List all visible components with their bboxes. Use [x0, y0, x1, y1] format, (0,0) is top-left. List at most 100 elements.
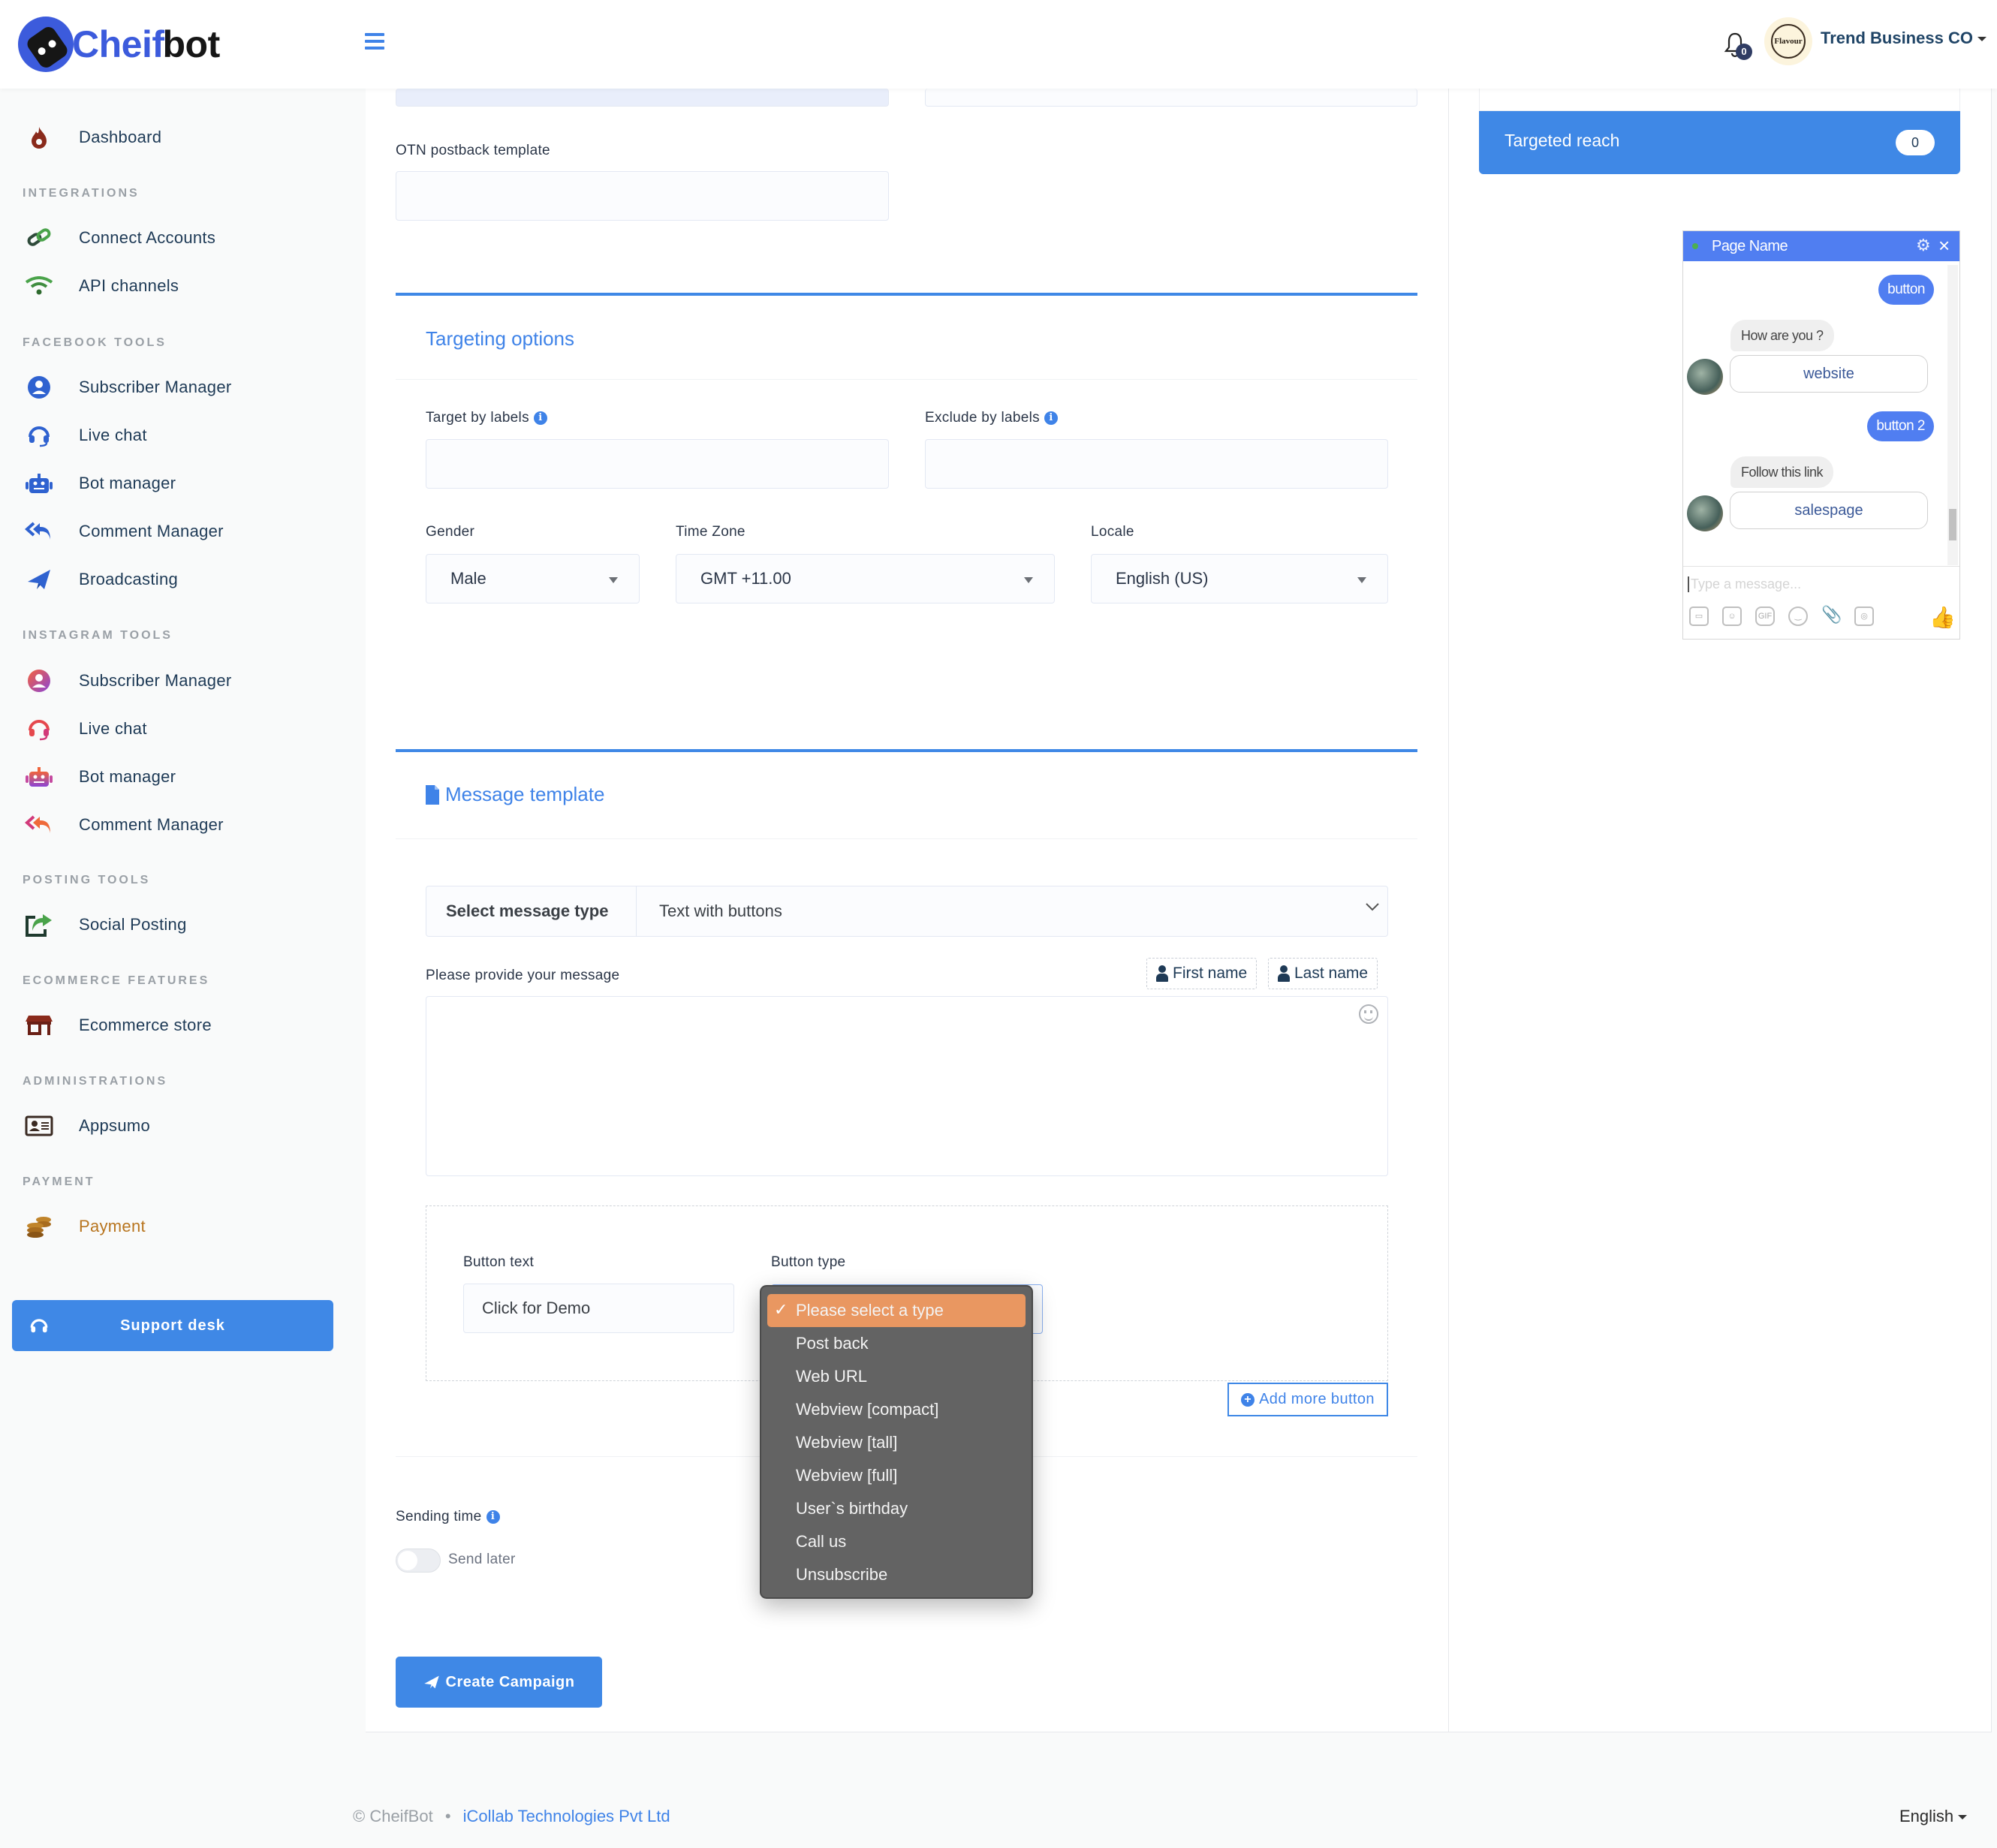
sidebar-item-ig-subscriber-manager[interactable]: Subscriber Manager [0, 659, 366, 703]
message-button[interactable]: salespage [1730, 492, 1928, 529]
gender-label: Gender [426, 524, 475, 540]
sticker-icon[interactable]: ☺ [1722, 606, 1742, 626]
message-button[interactable]: website [1730, 355, 1928, 393]
button-text-input[interactable]: Click for Demo [463, 1284, 734, 1333]
sidebar-item-dashboard[interactable]: Dashboard [0, 116, 366, 159]
image-icon[interactable]: ▭ [1689, 606, 1709, 626]
info-icon[interactable]: i [533, 411, 547, 425]
language-selector[interactable]: English [1899, 1807, 1968, 1826]
dropdown-arrow-icon [609, 577, 618, 583]
page-avatar [1687, 495, 1723, 531]
footer-copyright: © CheifBot • iCollab Technologies Pvt Lt… [353, 1807, 670, 1826]
sidebar-item-api-channels[interactable]: API channels [0, 264, 366, 308]
menu-toggle-icon[interactable] [365, 33, 384, 51]
insert-first-name-button[interactable]: First name [1146, 958, 1258, 989]
otn-postback-input[interactable] [396, 171, 889, 221]
sidebar-item-ig-bot-manager[interactable]: Bot manager [0, 755, 366, 799]
insert-last-name-button[interactable]: Last name [1268, 958, 1378, 989]
dropdown-option-post-back[interactable]: Post back [767, 1327, 1026, 1360]
send-later-label: Send later [448, 1552, 516, 1567]
sidebar-item-payment[interactable]: Payment [0, 1205, 366, 1248]
camera-icon[interactable]: ◎ [1854, 606, 1874, 626]
exclude-by-labels-label: Exclude by labels i [925, 410, 1058, 426]
sidebar-item-fb-subscriber-manager[interactable]: Subscriber Manager [0, 366, 366, 409]
company-link[interactable]: iCollab Technologies Pvt Ltd [463, 1807, 670, 1825]
incoming-message: Follow this link [1730, 456, 1834, 488]
sidebar-item-social-posting[interactable]: Social Posting [0, 903, 366, 947]
avatar-logo-text: Flavour [1771, 24, 1806, 59]
gear-icon[interactable]: ⚙ [1916, 236, 1931, 255]
sidebar-item-fb-broadcasting[interactable]: Broadcasting [0, 558, 366, 601]
sidebar-item-fb-comment-manager[interactable]: Comment Manager [0, 510, 366, 553]
message-type-select[interactable]: Select message type Text with buttons [426, 886, 1388, 937]
button-type-dropdown-menu: ✓ Please select a type Post back Web URL … [760, 1285, 1033, 1599]
attachment-icon[interactable]: 📎 [1821, 606, 1842, 626]
sidebar-label: API channels [79, 276, 179, 295]
gender-value: Male [450, 569, 486, 588]
gender-select[interactable]: Male [426, 554, 640, 603]
exclude-by-labels-input[interactable] [925, 439, 1388, 489]
add-more-button[interactable]: + Add more button [1227, 1383, 1388, 1416]
share-icon [24, 910, 54, 940]
sidebar-label: Live chat [79, 426, 147, 444]
create-campaign-label: Create Campaign [445, 1673, 575, 1690]
dropdown-option-webview-tall[interactable]: Webview [tall] [767, 1426, 1026, 1459]
page-name: Page Name [1712, 238, 1788, 254]
sidebar-item-fb-live-chat[interactable]: Live chat [0, 414, 366, 457]
sidebar-item-ig-live-chat[interactable]: Live chat [0, 707, 366, 751]
close-icon[interactable]: × [1938, 234, 1950, 257]
account-avatar[interactable]: Flavour [1764, 17, 1812, 65]
top-field-left[interactable] [396, 89, 889, 107]
dropdown-option-call-us[interactable]: Call us [767, 1525, 1026, 1558]
create-campaign-button[interactable]: Create Campaign [396, 1657, 602, 1708]
emoji-icon[interactable] [1359, 1004, 1378, 1024]
chat-scrollbar[interactable] [1947, 265, 1958, 565]
button-text-label: Button text [463, 1254, 535, 1270]
timezone-select[interactable]: GMT +11.00 [676, 554, 1055, 603]
support-desk-button[interactable]: Support desk [12, 1300, 333, 1351]
dropdown-option-users-birthday[interactable]: User`s birthday [767, 1492, 1026, 1525]
page-avatar [1687, 359, 1723, 395]
target-by-labels-input[interactable] [426, 439, 889, 489]
messenger-preview-header: Page Name ⚙ × [1683, 231, 1959, 261]
emoji-icon[interactable]: ‿ [1788, 606, 1808, 626]
user-icon [1278, 965, 1290, 982]
sidebar-item-connect-accounts[interactable]: Connect Accounts [0, 216, 366, 260]
scrollbar-thumb[interactable] [1949, 509, 1956, 540]
top-field-right[interactable] [925, 89, 1417, 107]
send-later-toggle[interactable] [396, 1549, 441, 1573]
dropdown-option-unsubscribe[interactable]: Unsubscribe [767, 1558, 1026, 1591]
section-divider [396, 749, 1417, 752]
option-label: Webview [full] [796, 1466, 898, 1485]
chat-message-input[interactable]: Type a message... [1688, 576, 1801, 592]
section-instagram-tools: INSTAGRAM TOOLS [23, 629, 173, 642]
dropdown-option-web-url[interactable]: Web URL [767, 1360, 1026, 1393]
dropdown-option-please-select[interactable]: ✓ Please select a type [767, 1294, 1026, 1327]
online-status-icon [1692, 243, 1698, 249]
target-by-labels-label: Target by labels i [426, 410, 547, 426]
thumbs-up-icon[interactable]: 👍 [1929, 605, 1956, 630]
paper-plane-icon [423, 1675, 439, 1689]
account-menu[interactable]: Trend Business CO [1821, 29, 1986, 48]
brand-logo[interactable]: Cheif bot [18, 17, 220, 72]
locale-label: Locale [1091, 524, 1134, 540]
info-icon[interactable]: i [486, 1509, 500, 1524]
sidebar-item-ecommerce-store[interactable]: Ecommerce store [0, 1004, 366, 1047]
dropdown-option-webview-compact[interactable]: Webview [compact] [767, 1393, 1026, 1426]
sidebar-label: Bot manager [79, 474, 176, 492]
sidebar-item-appsumo[interactable]: Appsumo [0, 1104, 366, 1148]
label-text: Exclude by labels [925, 410, 1040, 426]
dropdown-option-webview-full[interactable]: Webview [full] [767, 1459, 1026, 1492]
option-label: Web URL [796, 1367, 867, 1386]
gif-icon[interactable]: GIF [1755, 606, 1775, 626]
message-type-value: Text with buttons [659, 901, 782, 920]
locale-value: English (US) [1116, 569, 1209, 588]
sidebar-item-fb-bot-manager[interactable]: Bot manager [0, 462, 366, 505]
option-label: User`s birthday [796, 1499, 908, 1518]
sidebar-label: Comment Manager [79, 815, 224, 834]
sidebar-item-ig-comment-manager[interactable]: Comment Manager [0, 803, 366, 847]
message-textarea[interactable] [426, 996, 1388, 1176]
locale-select[interactable]: English (US) [1091, 554, 1388, 603]
footer-separator: • [444, 1807, 451, 1825]
info-icon[interactable]: i [1044, 411, 1058, 425]
